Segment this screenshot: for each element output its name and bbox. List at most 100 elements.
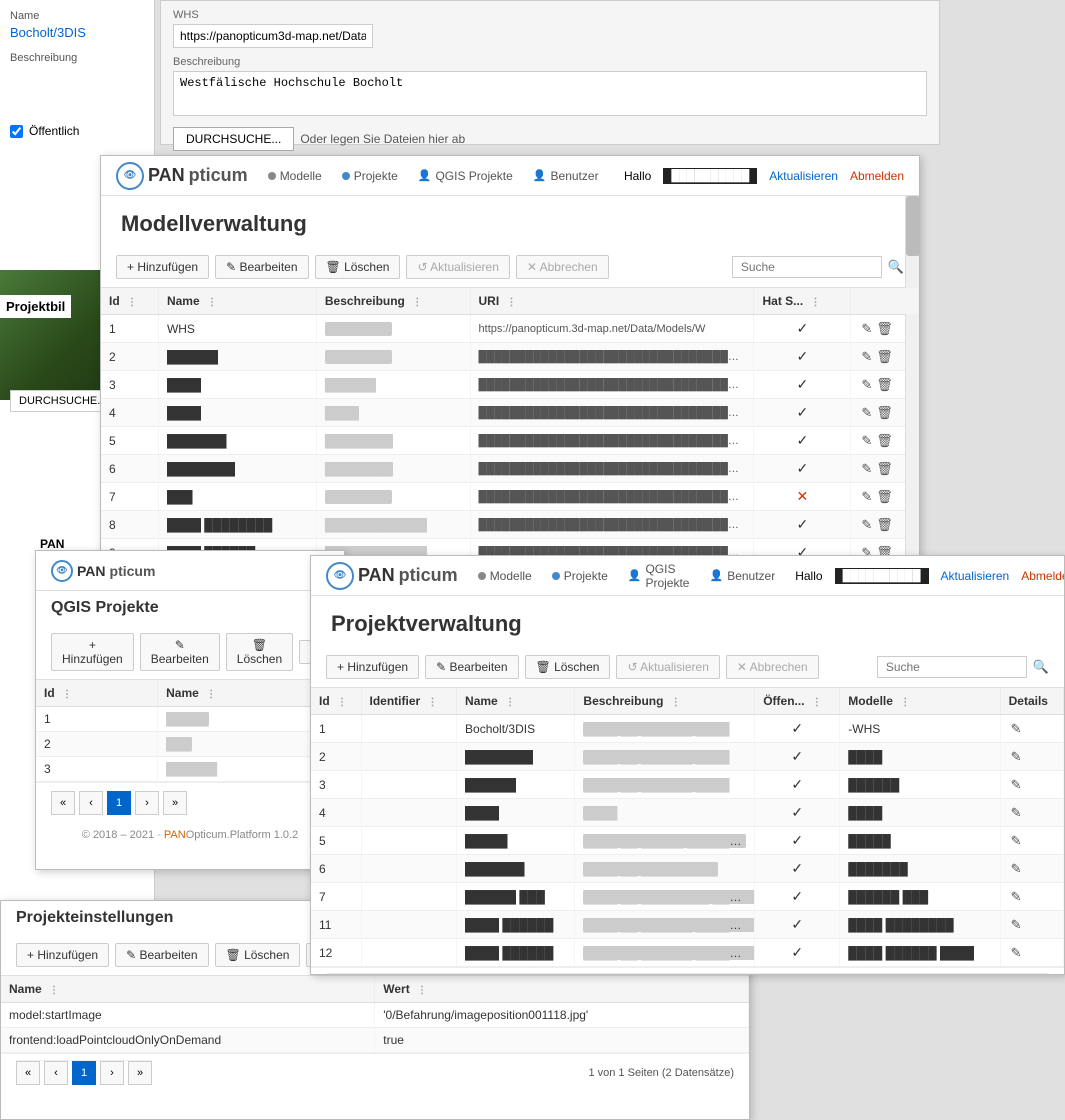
sett-page1[interactable]: 1 bbox=[72, 1061, 96, 1085]
details-edit-icon[interactable]: ✎ bbox=[1011, 861, 1022, 876]
abmelden-btn[interactable]: Abmelden bbox=[850, 169, 904, 183]
details-edit-icon[interactable]: ✎ bbox=[1011, 805, 1022, 820]
hinzufuegen-btn[interactable]: + Hinzufügen bbox=[116, 255, 209, 279]
loeschen-btn[interactable]: 🗑 Löschen bbox=[315, 255, 401, 279]
aktualisieren-btn-toolbar[interactable]: ↺ Aktualisieren bbox=[406, 255, 509, 279]
window-qgis: 👁 PAN pticum QGIS Projekte + Hinzufügen … bbox=[35, 550, 345, 870]
nav-qgis[interactable]: 👤 QGIS Projekte bbox=[418, 169, 513, 183]
bearbeiten-btn[interactable]: ✎ Bearbeiten bbox=[215, 255, 308, 279]
delete-icon[interactable]: 🗑 bbox=[876, 461, 893, 476]
proj-bearbeiten-btn[interactable]: ✎ Bearbeiten bbox=[425, 655, 518, 679]
details-edit-icon[interactable]: ✎ bbox=[1011, 889, 1022, 904]
cell-modelle: ██████ bbox=[840, 771, 1000, 799]
qgis-next-next[interactable]: » bbox=[163, 791, 187, 815]
nav-projekte-p[interactable]: Projekte bbox=[552, 569, 608, 583]
sett-hinzufuegen-btn[interactable]: + Hinzufügen bbox=[16, 943, 109, 967]
browse-button[interactable]: DURCHSUCHE... bbox=[173, 127, 294, 151]
cell-identifier bbox=[361, 799, 457, 827]
aktualisieren-btn[interactable]: Aktualisieren bbox=[769, 169, 838, 183]
edit-icon[interactable]: ✎ bbox=[861, 517, 872, 532]
sett-next[interactable]: › bbox=[100, 1061, 124, 1085]
qgis-next[interactable]: › bbox=[135, 791, 159, 815]
cell-details[interactable]: ✎ bbox=[1000, 771, 1063, 799]
details-edit-icon[interactable]: ✎ bbox=[1011, 833, 1022, 848]
proj-search[interactable] bbox=[877, 656, 1027, 678]
qgis-prev-prev[interactable]: « bbox=[51, 791, 75, 815]
qgis-hinzufuegen-btn[interactable]: + Hinzufügen bbox=[51, 633, 134, 671]
nav-modelle-p[interactable]: Modelle bbox=[478, 569, 532, 583]
details-edit-icon[interactable]: ✎ bbox=[1011, 777, 1022, 792]
edit-icon[interactable]: ✎ bbox=[861, 377, 872, 392]
whs-field[interactable] bbox=[173, 24, 373, 48]
delete-icon[interactable]: 🗑 bbox=[876, 517, 893, 532]
sett-prev[interactable]: ‹ bbox=[44, 1061, 68, 1085]
delete-icon[interactable]: 🗑 bbox=[876, 489, 893, 504]
cell-details[interactable]: ✎ bbox=[1000, 939, 1063, 967]
proj-loeschen-btn[interactable]: 🗑 Löschen bbox=[525, 655, 611, 679]
beschreibung-field[interactable]: Westfälische Hochschule Bocholt bbox=[173, 71, 927, 116]
edit-icon[interactable]: ✎ bbox=[861, 405, 872, 420]
sett-prev-prev[interactable]: « bbox=[16, 1061, 40, 1085]
cell-id: 5 bbox=[101, 427, 158, 455]
oeffentlich-row: Öffentlich bbox=[10, 124, 144, 138]
scrollbar[interactable] bbox=[905, 196, 919, 575]
abmeld-btn-p[interactable]: Abmelde bbox=[1021, 569, 1065, 583]
cell-oeffen: ✓ bbox=[755, 799, 840, 827]
nav-benutzer-p[interactable]: 👤 Benutzer bbox=[709, 569, 775, 583]
projekt-toolbar: + Hinzufügen ✎ Bearbeiten 🗑 Löschen ↺ Ak… bbox=[311, 647, 1064, 688]
details-edit-icon[interactable]: ✎ bbox=[1011, 945, 1022, 960]
logo-modell: 👁 PAN pticum bbox=[116, 162, 248, 190]
qgis-prev[interactable]: ‹ bbox=[79, 791, 103, 815]
table-row: 8 ████ ████████ ████████████ ███████████… bbox=[101, 511, 919, 539]
cell-details[interactable]: ✎ bbox=[1000, 743, 1063, 771]
edit-icon[interactable]: ✎ bbox=[861, 489, 872, 504]
cell-details[interactable]: ✎ bbox=[1000, 911, 1063, 939]
cell-details[interactable]: ✎ bbox=[1000, 855, 1063, 883]
delete-icon[interactable]: 🗑 bbox=[876, 377, 893, 392]
abbrechen-btn[interactable]: ✕ Abbrechen bbox=[516, 255, 609, 279]
cell-id: 7 bbox=[311, 883, 361, 911]
edit-icon[interactable]: ✎ bbox=[861, 433, 872, 448]
delete-icon[interactable]: 🗑 bbox=[876, 433, 893, 448]
nav-benutzer[interactable]: 👤 Benutzer bbox=[533, 169, 599, 183]
delete-icon[interactable]: 🗑 bbox=[876, 321, 893, 336]
proj-abbrechen-btn[interactable]: ✕ Abbrechen bbox=[726, 655, 819, 679]
cell-name: ████████ bbox=[158, 455, 316, 483]
nav-qgis-p[interactable]: 👤 QGIS Projekte bbox=[628, 562, 690, 590]
details-edit-icon[interactable]: ✎ bbox=[1011, 749, 1022, 764]
nav-modelle[interactable]: Modelle bbox=[268, 169, 322, 183]
proj-akt-btn[interactable]: ↺ Aktualisieren bbox=[616, 655, 719, 679]
cell-uri: https://panopticum.3d-map.net/Data/Model… bbox=[470, 315, 754, 343]
edit-icon[interactable]: ✎ bbox=[861, 349, 872, 364]
details-edit-icon[interactable]: ✎ bbox=[1011, 721, 1022, 736]
cell-details[interactable]: ✎ bbox=[1000, 827, 1063, 855]
window-modellverwaltung: 👁 PAN pticum Modelle Projekte 👤 QGIS Pro… bbox=[100, 155, 920, 575]
details-edit-icon[interactable]: ✎ bbox=[1011, 917, 1022, 932]
cell-details[interactable]: ✎ bbox=[1000, 799, 1063, 827]
delete-icon[interactable]: 🗑 bbox=[876, 405, 893, 420]
navbar-projekt: 👁 PAN pticum Modelle Projekte 👤 QGIS Pro… bbox=[311, 556, 1064, 596]
scrollbar-thumb[interactable] bbox=[906, 196, 920, 256]
sett-loeschen-btn[interactable]: 🗑 Löschen bbox=[215, 943, 301, 967]
sett-bearbeiten-btn[interactable]: ✎ Bearbeiten bbox=[115, 943, 208, 967]
search-input[interactable] bbox=[732, 256, 882, 278]
qgis-bearbeiten-btn[interactable]: ✎ Bearbeiten bbox=[140, 633, 220, 671]
col-beschreibung: Beschreibung ⋮ bbox=[316, 288, 470, 315]
oeffentlich-checkbox[interactable] bbox=[10, 125, 23, 138]
cell-details[interactable]: ✎ bbox=[1000, 715, 1063, 743]
delete-icon[interactable]: 🗑 bbox=[876, 349, 893, 364]
qgis-loeschen-btn[interactable]: 🗑 Löschen bbox=[226, 633, 293, 671]
sett-next-next[interactable]: » bbox=[128, 1061, 152, 1085]
cell-beschreibung bbox=[316, 483, 470, 511]
proj-hinzufuegen-btn[interactable]: + Hinzufügen bbox=[326, 655, 419, 679]
edit-icon[interactable]: ✎ bbox=[861, 321, 872, 336]
cell-id: 7 bbox=[101, 483, 158, 511]
edit-icon[interactable]: ✎ bbox=[861, 461, 872, 476]
nav-projekte[interactable]: Projekte bbox=[342, 169, 398, 183]
qgis-page1[interactable]: 1 bbox=[107, 791, 131, 815]
akt-btn-p[interactable]: Aktualisieren bbox=[941, 569, 1010, 583]
nav-projekte-label: Projekte bbox=[354, 169, 398, 183]
cell-details[interactable]: ✎ bbox=[1000, 883, 1063, 911]
nav-qgis-label-p: QGIS Projekte bbox=[645, 562, 689, 590]
cell-identifier bbox=[361, 855, 457, 883]
